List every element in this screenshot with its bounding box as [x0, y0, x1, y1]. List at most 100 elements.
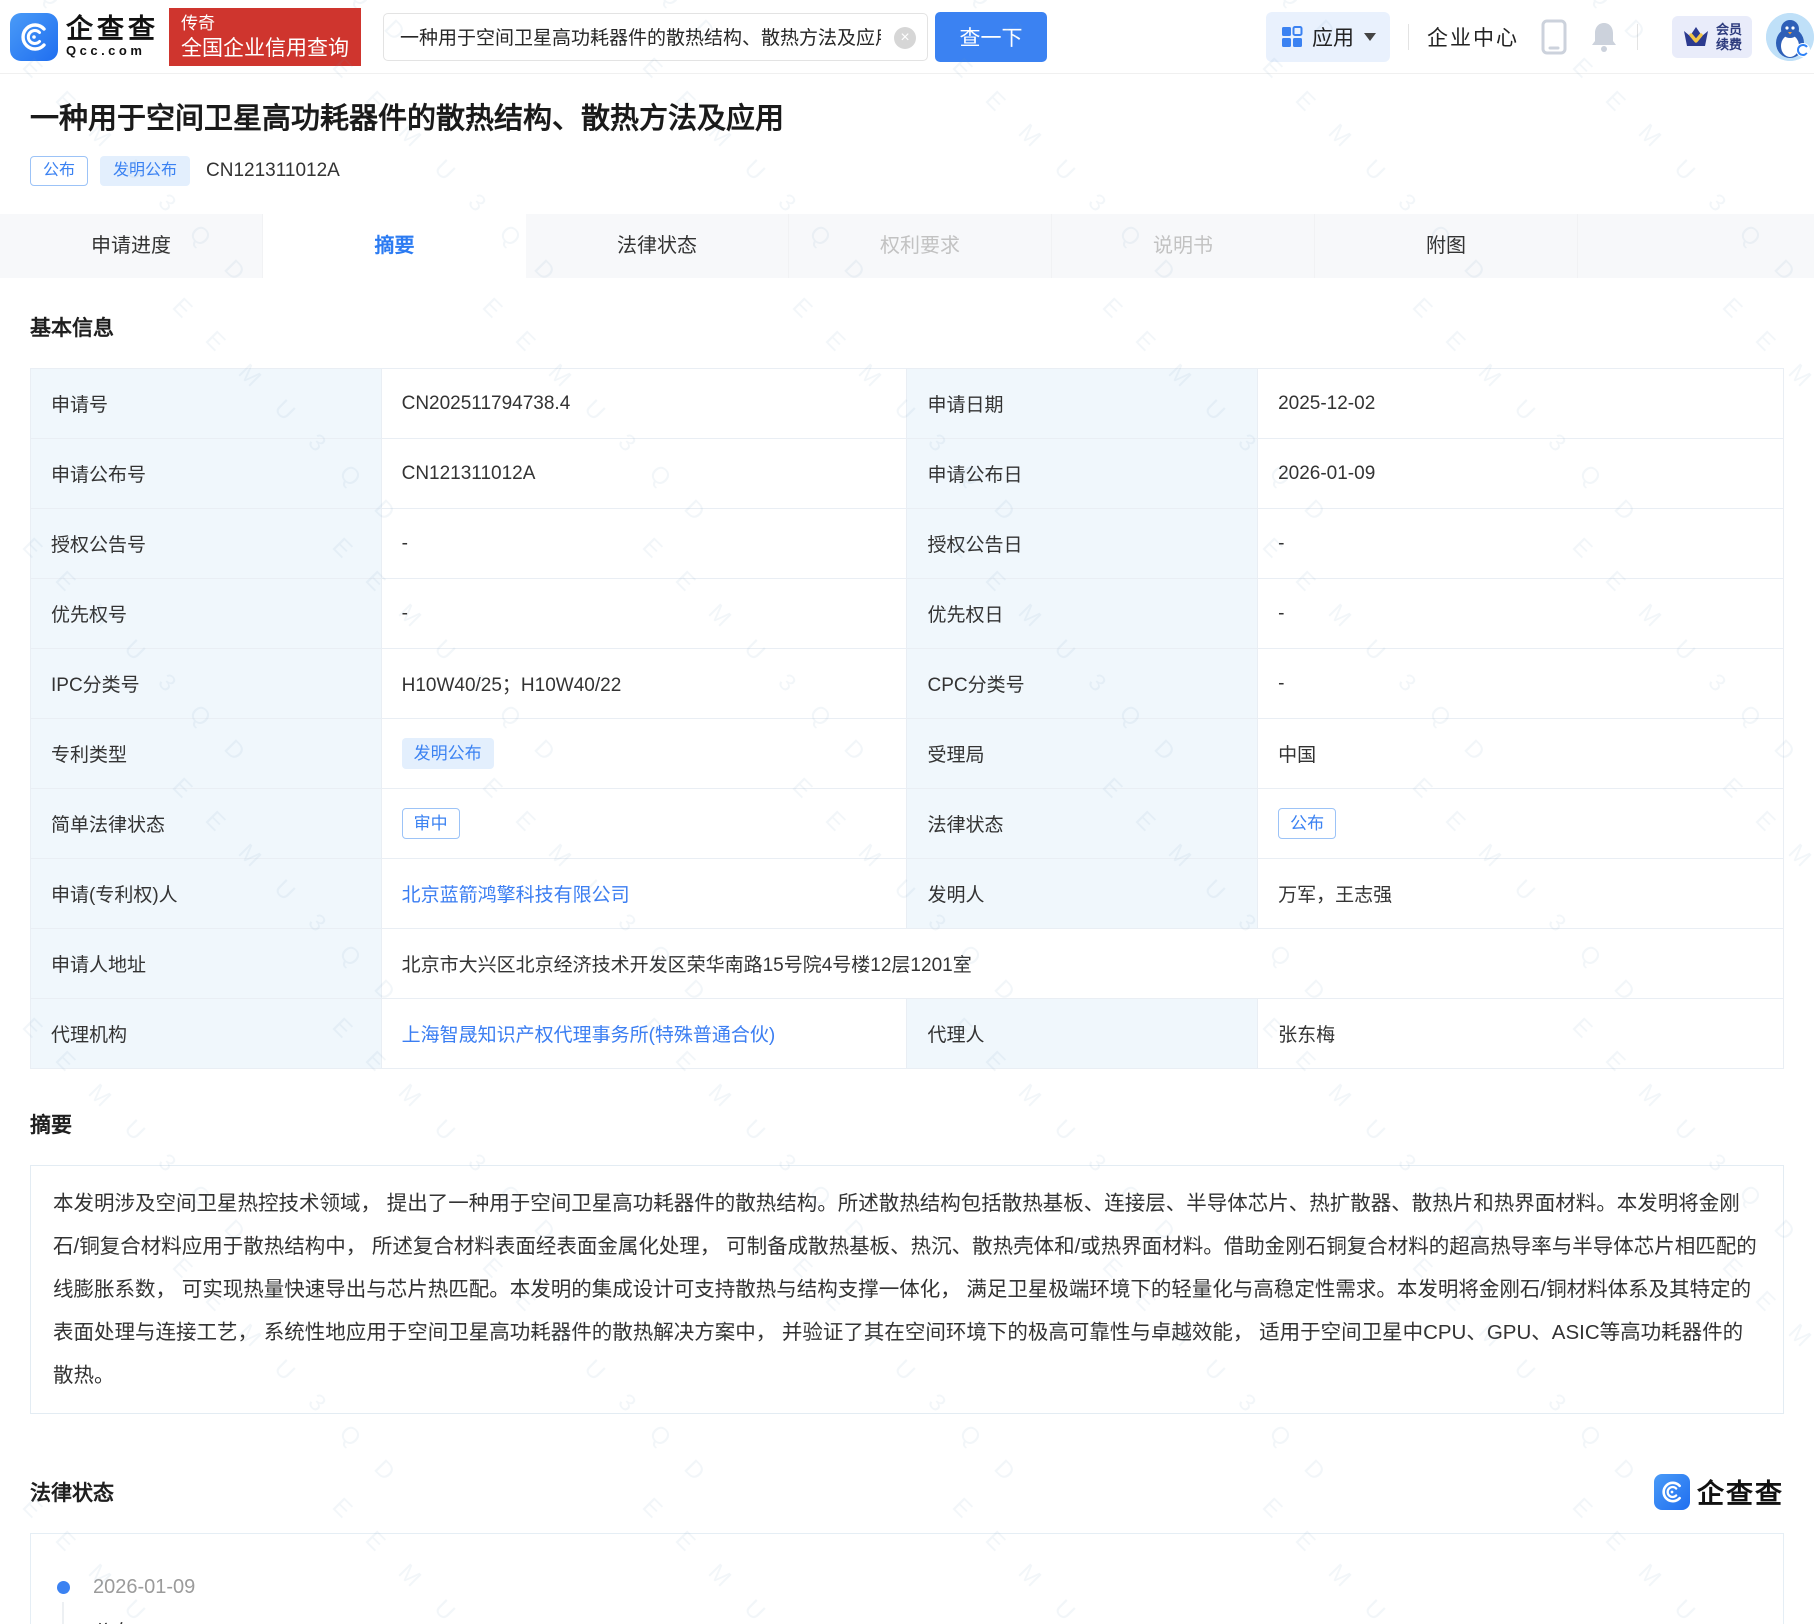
timeline-item: 2026-01-09 公布: [57, 1576, 1783, 1624]
tab-claims: 权利要求: [789, 214, 1052, 278]
header-nav: 应用 企业中心 会员 续费: [1265, 0, 1814, 73]
info-value: 中国: [1257, 718, 1784, 789]
info-value: -: [1257, 648, 1784, 719]
grid-icon: [1281, 25, 1303, 47]
abstract-heading: 摘要: [30, 1114, 72, 1137]
type-tag-invention: 发明公布: [100, 156, 191, 186]
main-content: 基本信息 申请号 CN202511794738.4 申请日期 2025-12-02 申请…: [0, 312, 1814, 1624]
table-row: 简单法律状态 审中 法律状态 公布: [30, 788, 1784, 859]
search-bar: × 查一下: [383, 11, 1047, 62]
qcc-brand-text: 企查查: [1697, 1479, 1784, 1509]
patent-detail-page: 企查查 Qcc.com 传奇 全国企业信用查询 × 查一下: [0, 0, 1814, 1624]
info-value: H10W40/25；H10W40/22: [380, 648, 908, 719]
info-value: 上海智晟知识产权代理事务所(特殊普通合伙): [380, 998, 908, 1069]
info-value: 万军，王志强: [1257, 858, 1784, 929]
info-label: 法律状态: [906, 788, 1259, 859]
chevron-down-icon: [1363, 32, 1376, 41]
info-label: CPC分类号: [906, 648, 1259, 719]
info-label: 申请日期: [906, 368, 1259, 439]
qcc-logo-icon: [10, 12, 58, 61]
status-tag: 审中: [401, 808, 460, 839]
table-row: IPC分类号 H10W40/25；H10W40/22 CPC分类号 -: [30, 648, 1784, 719]
table-row: 授权公告号 - 授权公告日 -: [30, 508, 1784, 579]
info-value: 2025-12-02: [1257, 368, 1784, 439]
table-row: 申请公布号 CN121311012A 申请公布日 2026-01-09: [30, 438, 1784, 509]
table-row: 专利类型 发明公布 受理局 中国: [30, 718, 1784, 789]
top-header: 企查查 Qcc.com 传奇 全国企业信用查询 × 查一下: [0, 0, 1814, 74]
info-label: 申请公布号: [30, 438, 382, 509]
user-avatar[interactable]: [1766, 12, 1814, 61]
promo-line2: 全国企业信用查询: [181, 36, 349, 60]
info-label: 授权公告日: [906, 508, 1259, 579]
qcc-brand-mark: 企查查: [1654, 1472, 1784, 1511]
mobile-app-icon[interactable]: [1541, 19, 1567, 55]
search-button[interactable]: 查一下: [935, 11, 1047, 62]
info-label: 受理局: [906, 718, 1259, 789]
info-label: 授权公告号: [30, 508, 382, 579]
type-tag: 发明公布: [401, 738, 494, 769]
timeline-status: 公布: [93, 1616, 1783, 1624]
timeline-dot-icon: [57, 1581, 70, 1594]
status-tag: 公布: [1278, 808, 1337, 839]
info-label: 专利类型: [30, 718, 382, 789]
info-value: 北京市大兴区北京经济技术开发区荣华南路15号院4号楼12层1201室: [380, 928, 1785, 999]
status-tag-publication: 公布: [30, 156, 89, 186]
divider: [1636, 23, 1638, 50]
basic-info-table: 申请号 CN202511794738.4 申请日期 2025-12-02 申请公布号 CN…: [30, 368, 1785, 1069]
info-value: 2026-01-09: [1257, 438, 1784, 509]
tab-description: 说明书: [1052, 214, 1315, 278]
basic-info-heading: 基本信息: [30, 317, 114, 340]
info-label: 简单法律状态: [30, 788, 382, 859]
search-input[interactable]: [383, 12, 928, 61]
info-value: 发明公布: [380, 718, 908, 789]
info-value: CN121311012A: [380, 438, 908, 509]
agency-link[interactable]: 上海智晟知识产权代理事务所(特殊普通合伙): [402, 1025, 776, 1046]
tab-abstract[interactable]: 摘要: [263, 214, 526, 278]
tab-progress[interactable]: 申请进度: [0, 214, 263, 278]
table-row: 优先权号 - 优先权日 -: [30, 578, 1784, 649]
info-value: 张东梅: [1257, 998, 1784, 1069]
info-label: 申请人地址: [30, 928, 382, 999]
qcc-brand-icon: [1654, 1473, 1690, 1510]
promo-badge: 传奇 全国企业信用查询: [169, 7, 361, 66]
info-label: 代理人: [906, 998, 1259, 1069]
info-label: 申请公布日: [906, 438, 1259, 509]
table-row: 代理机构 上海智晟知识产权代理事务所(特殊普通合伙) 代理人 张东梅: [30, 998, 1784, 1069]
info-label: 申请(专利权)人: [30, 858, 382, 929]
tab-legal[interactable]: 法律状态: [526, 214, 789, 278]
info-label: 优先权日: [906, 578, 1259, 649]
apps-label: 应用: [1311, 26, 1354, 50]
member-renew-button[interactable]: 会员 续费: [1671, 15, 1752, 58]
page-title: 一种用于空间卫星高功耗器件的散热结构、散热方法及应用: [30, 103, 785, 135]
info-value: 北京蓝箭鸿擎科技有限公司: [380, 858, 908, 929]
apps-menu-button[interactable]: 应用: [1265, 11, 1390, 62]
member-label-1: 会员: [1715, 21, 1742, 37]
info-label: IPC分类号: [30, 648, 382, 719]
info-value: 审中: [380, 788, 908, 859]
legal-status-heading: 法律状态: [30, 1481, 114, 1505]
table-row: 申请人地址 北京市大兴区北京经济技术开发区荣华南路15号院4号楼12层1201室: [30, 928, 1785, 999]
timeline-connector: [62, 1602, 64, 1624]
info-label: 优先权号: [30, 578, 382, 649]
legal-status-timeline: 2026-01-09 公布: [30, 1533, 1784, 1624]
info-value: 公布: [1257, 788, 1784, 859]
brand-name: 企查查: [66, 14, 159, 44]
notifications-bell-icon[interactable]: [1589, 20, 1619, 54]
info-label: 申请号: [30, 368, 382, 439]
publication-number: CN121311012A: [206, 160, 340, 181]
info-label: 发明人: [906, 858, 1259, 929]
info-value: -: [1257, 508, 1784, 579]
member-label-2: 续费: [1715, 36, 1742, 52]
qcc-logo[interactable]: 企查查 Qcc.com: [10, 12, 159, 61]
promo-line1: 传奇: [181, 13, 215, 33]
info-value: CN202511794738.4: [380, 368, 908, 439]
applicant-link[interactable]: 北京蓝箭鸿擎科技有限公司: [402, 885, 630, 906]
info-label: 代理机构: [30, 998, 382, 1069]
crown-icon: [1683, 26, 1708, 46]
tab-figures[interactable]: 附图: [1315, 214, 1578, 278]
clear-search-icon[interactable]: ×: [894, 26, 916, 49]
info-value: -: [380, 508, 908, 579]
enterprise-center-link[interactable]: 企业中心: [1427, 22, 1519, 52]
info-value: -: [380, 578, 908, 649]
brand-domain: Qcc.com: [66, 43, 146, 58]
